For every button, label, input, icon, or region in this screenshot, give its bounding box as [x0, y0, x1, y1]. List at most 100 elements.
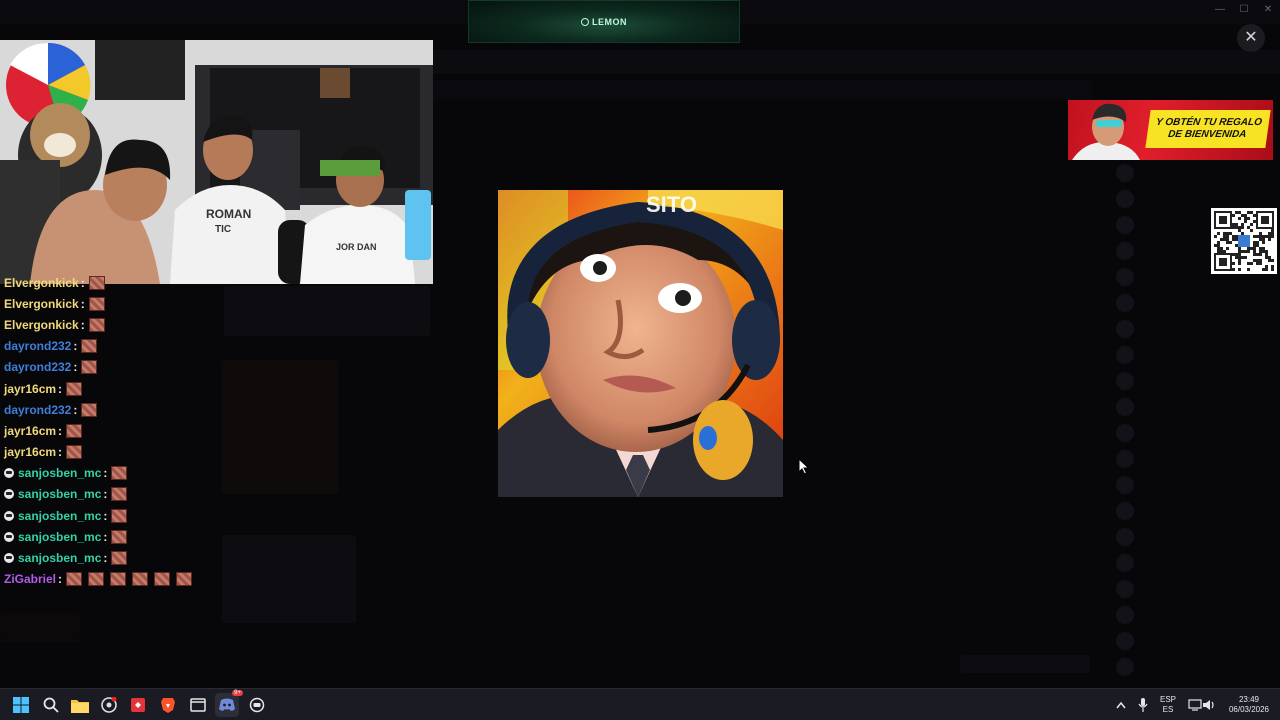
clock-time: 23:49: [1238, 695, 1260, 704]
chat-message: Elvergonkick:: [4, 272, 264, 293]
chat-username[interactable]: Elvergonkick: [4, 318, 79, 332]
chat-username[interactable]: dayrond232: [4, 360, 71, 374]
chat-username[interactable]: Elvergonkick: [4, 297, 79, 311]
tray-chevron-up-icon[interactable]: [1109, 693, 1133, 717]
chat-emote-icon: [154, 572, 171, 587]
chat-message: sanjosben_mc:: [4, 505, 264, 526]
chat-emote-icon: [66, 445, 83, 460]
chat-message: Elvergonkick:: [4, 293, 264, 314]
chat-emote-icon: [88, 296, 105, 311]
discord-notification-badge: 9+: [232, 690, 243, 696]
ad-line-1: Y OBTÉN TU REGALO: [1155, 117, 1263, 128]
chat-separator: :: [103, 508, 108, 523]
chat-username[interactable]: ZiGabriel: [4, 572, 56, 586]
chat-username[interactable]: sanjosben_mc: [18, 530, 101, 544]
minimize-button[interactable]: —: [1208, 3, 1232, 17]
chat-separator: :: [58, 381, 63, 396]
chat-user-badge-icon: [4, 510, 14, 521]
volume-icon[interactable]: [1197, 693, 1221, 717]
chat-emote-icon: [111, 551, 128, 566]
chat-separator: :: [103, 466, 108, 481]
chat-username[interactable]: jayr16cm: [4, 445, 56, 459]
brave-icon[interactable]: [156, 693, 180, 717]
chat-emote-icon: [111, 487, 128, 502]
clock-date: 06/03/2026: [1228, 705, 1270, 714]
svg-text:JOR DAN: JOR DAN: [336, 242, 377, 252]
bg-thumbnail: [0, 612, 80, 642]
chat-emote-icon: [81, 360, 98, 375]
chat-separator: :: [103, 487, 108, 502]
chat-emote-icon: [66, 572, 83, 587]
chat-username[interactable]: jayr16cm: [4, 382, 56, 396]
windows-start-icon[interactable]: [9, 693, 33, 717]
chat-overlay: Elvergonkick: Elvergonkick: Elvergonkick: d…: [4, 272, 264, 590]
media-app-icon[interactable]: [245, 693, 269, 717]
clock[interactable]: 23:49 06/03/2026: [1226, 695, 1272, 715]
portrait-image: SITO: [498, 190, 783, 497]
chat-emote-icon: [111, 466, 128, 481]
lemon-logo-icon: [581, 17, 589, 26]
drink-bottle: [405, 190, 431, 260]
chat-username[interactable]: sanjosben_mc: [18, 509, 101, 523]
chat-message: jayr16cm:: [4, 442, 264, 463]
chat-message: sanjosben_mc:: [4, 547, 264, 568]
chrome-icon[interactable]: [97, 693, 121, 717]
wall-tv: [95, 40, 185, 100]
app-red-icon[interactable]: [126, 693, 150, 717]
chat-username[interactable]: Elvergonkick: [4, 276, 79, 290]
ad-line-2: DE BIENVENIDA: [1167, 129, 1248, 140]
maximize-button[interactable]: ☐: [1232, 3, 1256, 17]
chat-username[interactable]: jayr16cm: [4, 424, 56, 438]
close-icon: ✕: [1244, 29, 1258, 46]
chat-separator: :: [58, 423, 63, 438]
chat-username[interactable]: sanjosben_mc: [18, 466, 101, 480]
chat-message: sanjosben_mc:: [4, 526, 264, 547]
language-code: ESP: [1159, 695, 1176, 704]
bg-sub-bar: [432, 80, 1092, 100]
chat-emote-icon: [88, 572, 105, 587]
search-icon[interactable]: [39, 693, 63, 717]
center-preview-image[interactable]: SITO: [498, 190, 783, 497]
ad-text-box: Y OBTÉN TU REGALO DE BIENVENIDA: [1145, 110, 1271, 148]
discord-icon[interactable]: 9+: [215, 690, 243, 717]
language-region: ES: [1162, 705, 1174, 714]
chat-user-badge-icon: [4, 531, 14, 542]
chat-user-badge-icon: [4, 468, 14, 479]
svg-text:SITO: SITO: [646, 192, 697, 217]
lemon-header-banner: LEMON: [468, 0, 740, 43]
chat-emote-icon: [176, 572, 193, 587]
svg-text:ROMAN: ROMAN: [206, 207, 251, 221]
headset-ear-left: [506, 302, 550, 378]
qr-code[interactable]: [1211, 208, 1277, 274]
chat-separator: :: [103, 551, 108, 566]
ad-person-image: [1072, 103, 1140, 160]
file-explorer-icon[interactable]: [68, 693, 92, 717]
screen: LEMON — ☐ ✕ ✕ ROMAN TIC JOR DAN Elvergon…: [0, 0, 1280, 720]
close-overlay-button[interactable]: ✕: [1237, 24, 1265, 52]
chat-separator: :: [80, 317, 85, 332]
welcome-gift-ad-banner[interactable]: Y OBTÉN TU REGALO DE BIENVENIDA: [1068, 100, 1273, 160]
chat-separator: :: [73, 402, 78, 417]
webcam-feed: ROMAN TIC JOR DAN: [0, 40, 433, 284]
chat-message: jayr16cm:: [4, 420, 264, 441]
chat-username[interactable]: dayrond232: [4, 339, 71, 353]
bg-menu-bar: [432, 50, 1280, 74]
chat-message: sanjosben_mc:: [4, 463, 264, 484]
bg-toolbar: [960, 655, 1090, 673]
webcam-scene: ROMAN TIC JOR DAN: [0, 40, 433, 284]
gold-glove: [693, 400, 753, 480]
chat-username[interactable]: sanjosben_mc: [18, 487, 101, 501]
window-close-button[interactable]: ✕: [1256, 3, 1280, 17]
chat-username[interactable]: dayrond232: [4, 403, 71, 417]
chat-separator: :: [73, 360, 78, 375]
chat-emote-icon: [81, 402, 98, 417]
chat-username[interactable]: sanjosben_mc: [18, 551, 101, 565]
chat-user-badge-icon: [4, 489, 14, 500]
keyboard-language-indicator[interactable]: ESP ES: [1156, 695, 1180, 715]
mouse-cursor-icon: [798, 458, 810, 475]
chat-message: dayrond232:: [4, 336, 264, 357]
qr-code-icon: [1214, 211, 1274, 271]
window-app-icon[interactable]: [186, 693, 210, 717]
microphone-icon[interactable]: [1131, 693, 1155, 717]
chat-emote-icon: [66, 381, 83, 396]
